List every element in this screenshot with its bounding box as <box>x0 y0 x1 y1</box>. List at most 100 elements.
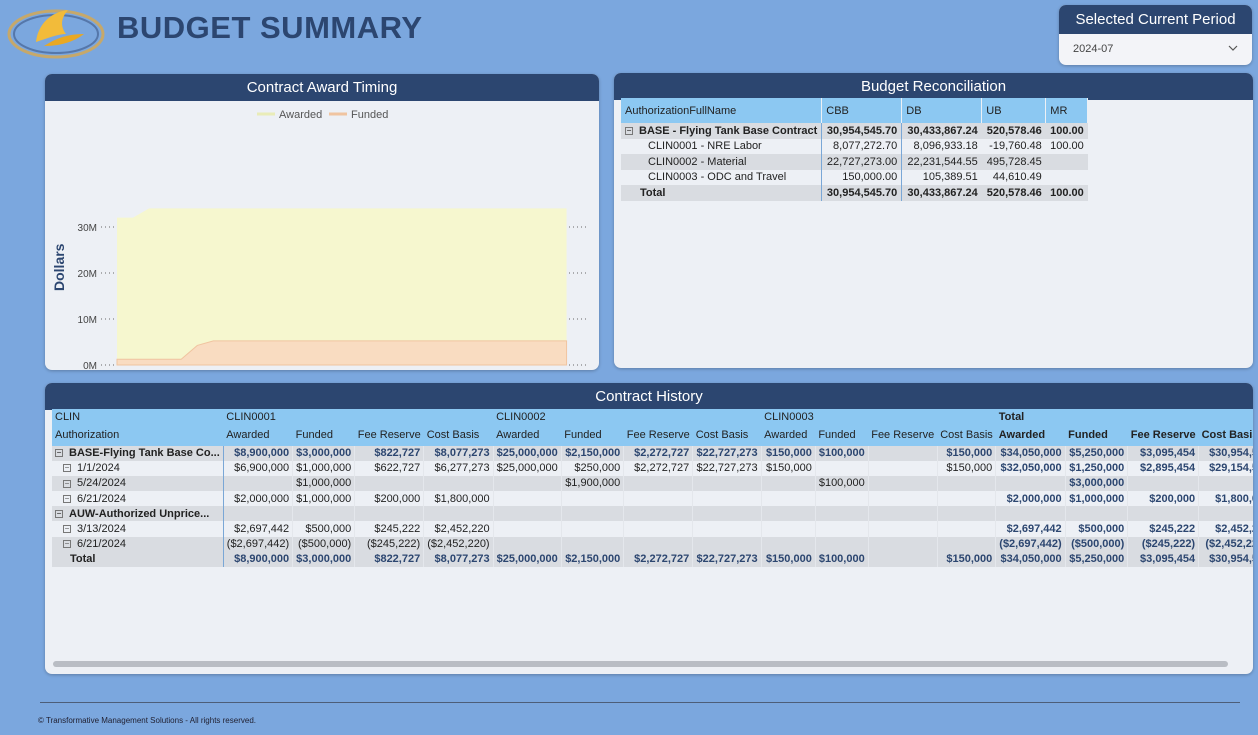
history-value-cell <box>692 475 762 492</box>
collapse-icon[interactable]: − <box>63 540 71 549</box>
history-value-cell <box>937 506 997 522</box>
recon-value-cell: 105,389.51 <box>922 171 978 184</box>
history-value-cell <box>815 506 869 522</box>
history-value-cell <box>561 521 625 537</box>
history-value-cell: $245,222 <box>1127 521 1200 537</box>
history-value-cell: $8,900,000 <box>223 445 294 461</box>
collapse-icon[interactable]: − <box>63 464 71 473</box>
history-value-cell: $2,697,442 <box>995 521 1066 537</box>
history-column-header[interactable]: Awarded <box>761 424 816 446</box>
history-column-header[interactable]: Cost Basis <box>1198 424 1253 446</box>
history-value-cell: $150,000 <box>761 445 816 461</box>
recon-header-authorizationfullname[interactable]: AuthorizationFullName <box>621 98 823 123</box>
history-column-header[interactable]: Funded <box>561 424 624 446</box>
recon-value-cell: 30,433,867.24 <box>901 123 982 139</box>
history-value-cell: $150,000 <box>761 551 816 567</box>
history-column-header[interactable]: Awarded <box>493 424 562 446</box>
history-value-cell <box>815 491 869 507</box>
recon-header-db[interactable]: DB <box>901 98 983 123</box>
collapse-icon[interactable]: − <box>63 525 71 534</box>
legend-label-awarded: Awarded <box>279 109 322 121</box>
history-value-cell: $6,900,000 <box>223 460 294 476</box>
history-value-cell: $100,000 <box>815 551 869 567</box>
history-value-cell <box>761 491 816 507</box>
collapse-icon[interactable]: − <box>63 494 71 503</box>
recon-row: Total 30,954,545.70 30,433,867.24 520,578.4… <box>621 185 1088 201</box>
recon-value-cell: 22,727,273.00 <box>821 154 903 170</box>
history-name-cell: −5/24/2024 <box>52 475 224 492</box>
history-value-cell: ($500,000) <box>292 536 356 552</box>
history-value-cell: $5,250,000 <box>1065 551 1129 567</box>
history-value-cell <box>623 475 694 492</box>
history-value-cell <box>493 491 562 507</box>
history-value-cell: $100,000 <box>815 475 869 492</box>
history-value-cell: $30,954,5 <box>1198 445 1253 461</box>
collapse-icon[interactable]: − <box>63 479 71 488</box>
history-group-header: CLIN0003 <box>761 409 996 425</box>
y-tick-label: 10M <box>78 315 97 326</box>
recon-header-mr[interactable]: MR <box>1045 98 1089 123</box>
horizontal-scrollbar[interactable] <box>53 661 1228 667</box>
history-value-cell <box>423 506 494 522</box>
history-column-header[interactable]: Fee Reserve <box>1127 424 1199 446</box>
history-value-cell: $30,954,5 <box>1198 551 1253 567</box>
period-slicer-label: Selected Current Period <box>1059 5 1252 34</box>
recon-value-cell <box>1046 170 1088 186</box>
history-group-header: Total <box>995 409 1253 425</box>
history-value-cell: $245,222 <box>354 521 425 537</box>
history-column-header[interactable]: Cost Basis <box>692 424 762 446</box>
history-row: Total $8,900,000 $3,000,000 $822,727 $8,077,… <box>52 551 1253 567</box>
history-column-header[interactable]: Funded <box>292 424 355 446</box>
history-column-header[interactable]: Cost Basis <box>937 424 996 446</box>
history-value-cell: $1,000,000 <box>292 475 356 492</box>
history-value-cell: $32,050,000 <box>995 460 1066 476</box>
collapse-icon[interactable]: − <box>625 126 633 135</box>
history-row: −3/13/2024 $2,697,442 $500,000 $245,222 $2,4… <box>52 521 1253 537</box>
history-column-header[interactable]: Fee Reserve <box>354 424 424 446</box>
history-column-header[interactable]: Awarded <box>223 424 293 446</box>
history-value-cell: $29,154,5 <box>1198 460 1253 476</box>
recon-name-cell: CLIN0001 - NRE Labor <box>621 138 823 154</box>
recon-value-cell: 30,954,545.70 <box>821 185 903 201</box>
history-value-cell: $3,095,454 <box>1127 445 1200 461</box>
recon-value-cell: 100.00 <box>1050 140 1084 153</box>
collapse-icon[interactable]: − <box>55 509 63 518</box>
collapse-icon[interactable]: − <box>55 449 63 458</box>
history-name-cell: −1/1/2024 <box>52 460 224 476</box>
history-value-cell <box>493 536 562 552</box>
history-value-cell <box>937 491 997 507</box>
award-timing-chart[interactable]: AwardedFundedDollars0M10M20M30MJanFebMar… <box>45 101 599 370</box>
recon-header-cbb[interactable]: CBB <box>821 98 903 123</box>
period-dropdown[interactable]: 2024-07 <box>1059 34 1252 65</box>
budget-reconciliation-panel: Budget Reconciliation AuthorizationFullN… <box>614 73 1253 368</box>
history-value-cell <box>761 536 816 552</box>
history-group-header: CLIN0001 <box>223 409 494 425</box>
history-column-header[interactable]: Funded <box>1065 424 1128 446</box>
recon-value-cell: 8,096,933.18 <box>913 140 978 153</box>
history-column-header[interactable]: Cost Basis <box>423 424 494 446</box>
history-value-cell: $1,800,000 <box>423 491 494 507</box>
recon-header-ub[interactable]: UB <box>981 98 1047 123</box>
history-column-header[interactable]: Authorization <box>52 424 224 446</box>
history-value-cell: $1,900,000 <box>561 475 625 492</box>
history-value-cell <box>868 536 938 552</box>
history-column-header[interactable]: Fee Reserve <box>868 424 938 446</box>
history-value-cell <box>292 506 356 522</box>
company-logo <box>7 9 105 59</box>
history-column-header[interactable]: Awarded <box>995 424 1066 446</box>
history-row: − AUW-Authorized Unprice... <box>52 506 1253 522</box>
history-column-header[interactable]: Funded <box>815 424 869 446</box>
history-value-cell <box>1065 506 1129 522</box>
recon-value-cell: 100.00 <box>1045 123 1088 139</box>
recon-name-cell: CLIN0002 - Material <box>621 154 823 170</box>
history-value-cell: $6,277,273 <box>423 460 494 476</box>
recon-value-cell: 22,231,544.55 <box>901 154 982 170</box>
recon-row: CLIN0002 - Material 22,727,273.00 22,231,5… <box>621 154 1088 170</box>
history-column-header[interactable]: Fee Reserve <box>623 424 693 446</box>
history-value-cell <box>868 506 938 522</box>
history-value-cell: ($245,222) <box>1127 536 1200 552</box>
history-value-cell: $1,800,0 <box>1198 491 1253 507</box>
history-value-cell: $200,000 <box>1127 491 1200 507</box>
recon-value-cell: -19,760.48 <box>989 140 1042 153</box>
history-value-cell <box>561 506 625 522</box>
